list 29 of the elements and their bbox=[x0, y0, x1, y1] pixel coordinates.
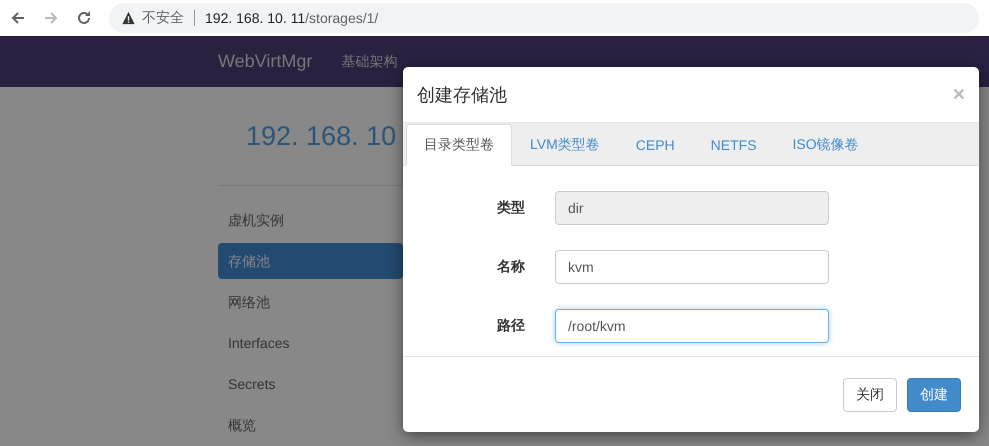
input-field[interactable]: /root/kvm bbox=[555, 309, 829, 343]
sidebar-item[interactable]: 概览 bbox=[218, 407, 403, 443]
sidebar-item[interactable]: Interfaces bbox=[218, 325, 403, 361]
dialog-button[interactable]: 关闭 bbox=[843, 378, 897, 412]
modal-title: 创建存储池 bbox=[417, 84, 507, 106]
tab[interactable]: NETFS bbox=[692, 124, 775, 166]
tab[interactable]: ISO镜像卷 bbox=[774, 124, 877, 166]
reload-icon[interactable] bbox=[76, 10, 92, 26]
insecure-label: 不安全 bbox=[142, 9, 184, 27]
page-heading: 192. 168. 10 bbox=[246, 120, 396, 152]
close-button[interactable]: × bbox=[952, 82, 965, 106]
back-icon[interactable] bbox=[10, 10, 26, 26]
warning-icon bbox=[121, 11, 136, 25]
dialog-button[interactable]: 创建 bbox=[907, 378, 961, 412]
field-label: 路径 bbox=[496, 317, 525, 335]
input-field[interactable]: kvm bbox=[555, 250, 829, 284]
sidebar-item[interactable]: 网络池 bbox=[218, 284, 403, 320]
nav-link[interactable]: 基础架构 bbox=[341, 52, 398, 70]
brand-link[interactable]: WebVirtMgr bbox=[218, 51, 312, 72]
address-bar[interactable]: 不安全 192. 168. 10. 11/storages/1/ bbox=[109, 3, 979, 33]
field-label: 名称 bbox=[496, 258, 525, 276]
tab[interactable]: 目录类型卷 bbox=[406, 124, 512, 166]
sidebar-item[interactable]: 虚机实例 bbox=[218, 202, 403, 238]
field-label: 类型 bbox=[496, 199, 525, 217]
sidebar-item[interactable]: Secrets bbox=[218, 366, 403, 402]
tab[interactable]: LVM类型卷 bbox=[512, 124, 618, 166]
url-text: 192. 168. 10. 11/storages/1/ bbox=[205, 10, 378, 26]
sidebar-item[interactable]: 存储池 bbox=[218, 243, 403, 279]
tab[interactable]: CEPH bbox=[618, 124, 693, 166]
